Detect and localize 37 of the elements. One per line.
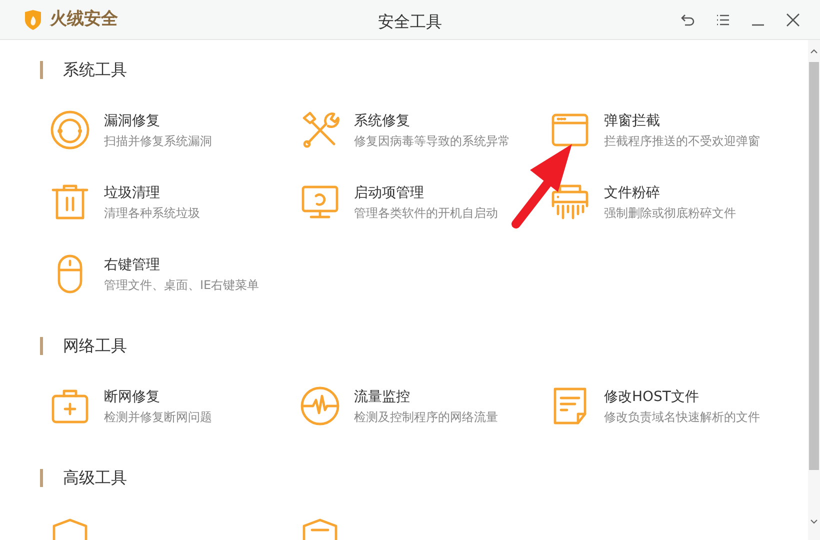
tool-description: 检测及控制程序的网络流量 [354, 408, 498, 424]
close-icon[interactable] [785, 12, 801, 28]
tool-name[interactable]: 文件粉碎 [604, 184, 736, 202]
trash-icon[interactable] [50, 182, 90, 222]
tools-icon[interactable] [300, 110, 340, 150]
tool-description: 强制删除或彻底粉碎文件 [604, 204, 736, 220]
tool-name[interactable]: 右键管理 [104, 256, 260, 274]
tool-description: 管理文件、桌面、IE右键菜单 [104, 276, 260, 292]
section-title: 系统工具 [63, 59, 127, 81]
section-marker [40, 61, 43, 79]
tool-description: 清理各种系统垃圾 [104, 204, 200, 220]
shredder-icon[interactable] [550, 182, 590, 222]
window-title: 安全工具 [378, 12, 442, 31]
tool-description: 扫描并修复系统漏洞 [104, 132, 212, 148]
tool-name[interactable]: 修改HOST文件 [604, 388, 760, 406]
pulse-circle-icon[interactable] [300, 386, 340, 426]
shield-flame-logo-icon [24, 10, 42, 30]
undo-icon[interactable] [680, 12, 696, 28]
tool-description: 修复因病毒等导致的系统异常 [354, 132, 510, 148]
section-title: 网络工具 [63, 335, 127, 357]
section-marker [40, 337, 43, 355]
tool-name[interactable]: 垃圾清理 [104, 184, 200, 202]
tool-name[interactable]: 断网修复 [104, 388, 212, 406]
tool-description: 拦截程序推送的不受欢迎弹窗 [604, 132, 760, 148]
refresh-circle-icon[interactable] [50, 110, 90, 150]
tool-name[interactable]: 流量监控 [354, 388, 498, 406]
app-name: 火绒安全 [50, 8, 118, 31]
tool-description: 管理各类软件的开机自启动 [354, 204, 498, 220]
tool-description: 修改负责域名快速解析的文件 [604, 408, 760, 424]
section-title: 高级工具 [63, 467, 127, 489]
tool-name[interactable]: 启动项管理 [354, 184, 498, 202]
tool-name[interactable]: 漏洞修复 [104, 112, 212, 130]
scrollbar[interactable] [808, 40, 820, 540]
tool-description: 检测并修复断网问题 [104, 408, 212, 424]
section-marker [40, 469, 43, 487]
tool-name[interactable]: 系统修复 [354, 112, 510, 130]
tool-name[interactable]: 弹窗拦截 [604, 112, 760, 130]
